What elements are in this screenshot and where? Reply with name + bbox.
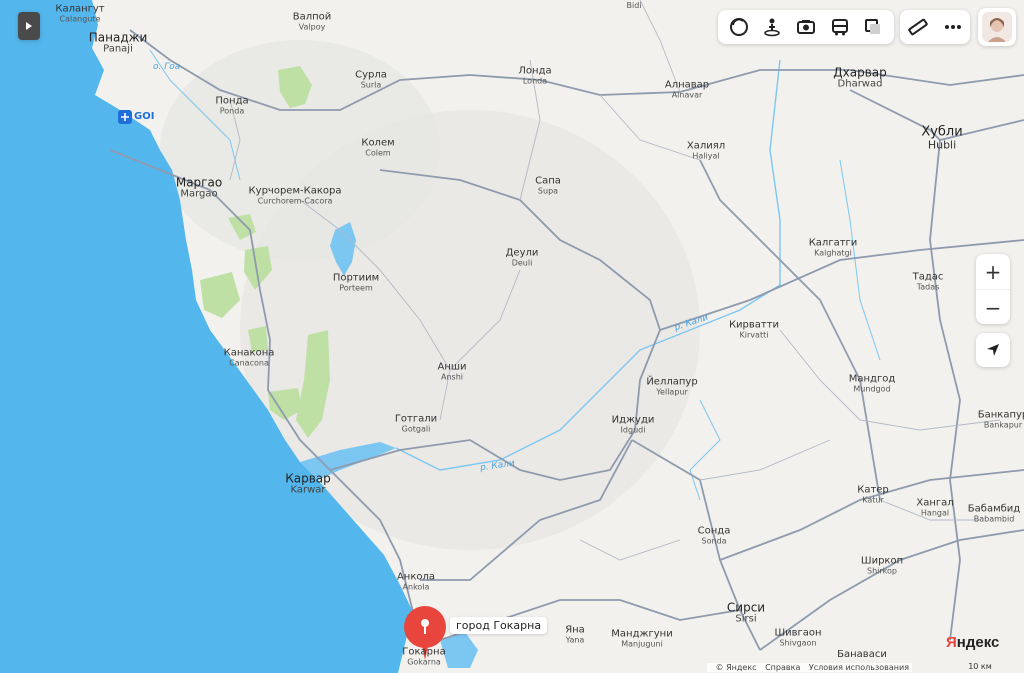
user-avatar-button[interactable] [978, 8, 1016, 46]
route-person-icon [764, 18, 781, 37]
scale-bar: 10 км [948, 662, 1012, 671]
panel-toggle-button[interactable] [18, 12, 40, 40]
play-icon [26, 22, 32, 30]
copyright: © Яндекс [715, 663, 757, 672]
airport-icon [118, 110, 132, 124]
help-link[interactable]: Справка [765, 663, 800, 672]
zoom-control: + − [976, 254, 1010, 324]
layers-icon [729, 18, 748, 36]
avatar [982, 12, 1012, 42]
zoom-out-button[interactable]: − [976, 290, 1010, 325]
yandex-logo-rest: ндекс [956, 634, 1000, 651]
geolocation-button[interactable] [976, 333, 1010, 367]
airport-code: GOI [134, 111, 155, 122]
map-type-button[interactable] [858, 12, 888, 42]
layers-button[interactable] [724, 12, 754, 42]
scale-label: 10 км [968, 662, 992, 671]
map-toolbar [718, 10, 894, 44]
water-label: о. Гоа [153, 62, 181, 72]
route-person-button[interactable] [757, 12, 787, 42]
more-dots-icon [944, 25, 961, 29]
map-toolbar-secondary [900, 10, 970, 44]
panorama-button[interactable] [791, 12, 821, 42]
transport-button[interactable] [825, 12, 855, 42]
map-canvas[interactable] [0, 0, 1024, 673]
yandex-logo-first-letter: Я [946, 634, 957, 651]
map-footer: © Яндекс Справка Условия использования [706, 663, 912, 672]
yandex-logo[interactable]: Яндекс [946, 634, 999, 651]
more-button[interactable] [938, 12, 968, 42]
location-arrow-icon [987, 344, 999, 356]
ruler-icon [907, 18, 928, 36]
panorama-camera-icon [796, 20, 815, 34]
ruler-button[interactable] [903, 12, 933, 42]
map-type-icon [865, 19, 881, 34]
bus-icon [831, 19, 848, 36]
place-marker-label[interactable]: город Гокарна [450, 617, 548, 634]
zoom-in-button[interactable]: + [976, 254, 1010, 290]
terms-link[interactable]: Условия использования [809, 663, 909, 672]
